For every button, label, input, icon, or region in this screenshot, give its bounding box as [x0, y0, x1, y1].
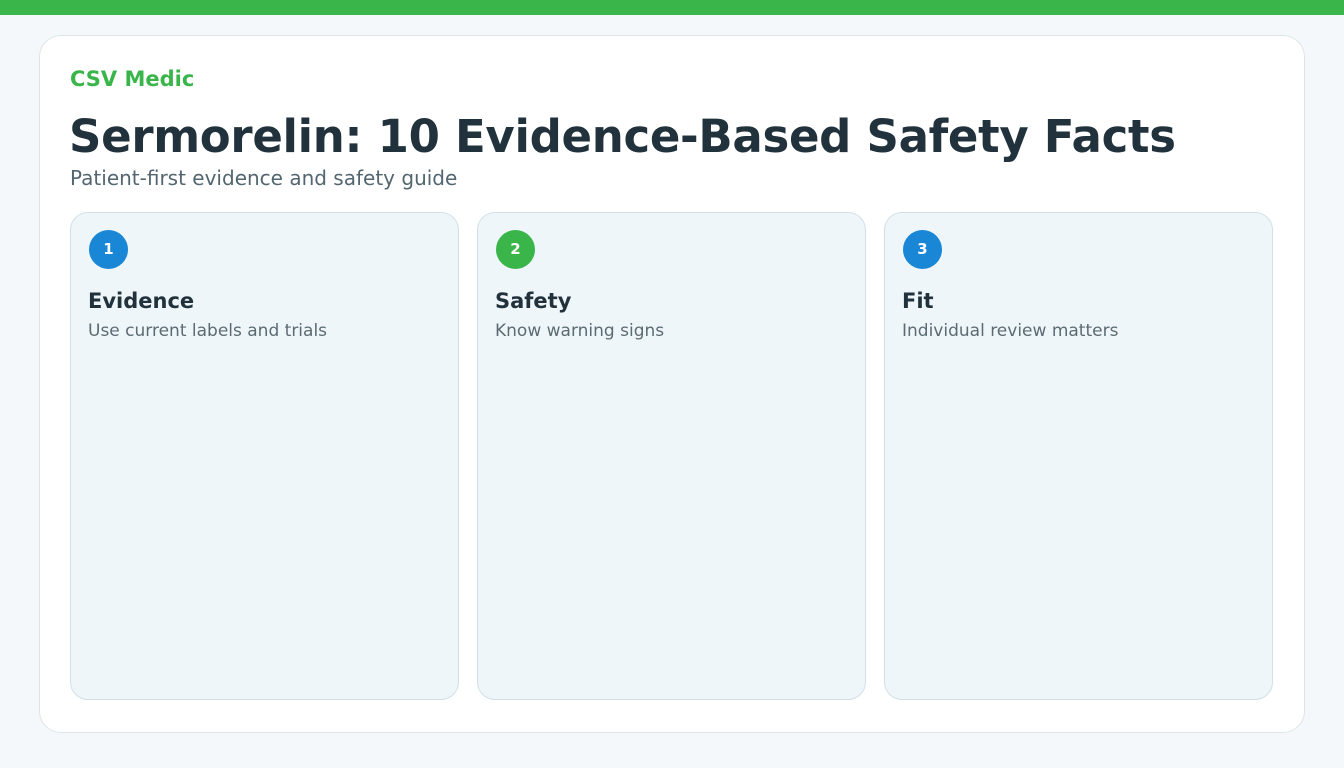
card-title: Evidence	[88, 289, 195, 313]
top-accent-bar	[0, 0, 1344, 15]
card-title: Fit	[902, 289, 934, 313]
brand-name: CSV Medic	[70, 67, 195, 91]
card-description: Know warning signs	[495, 321, 665, 341]
page-subtitle: Patient-first evidence and safety guide	[70, 166, 458, 190]
number-badge: 1	[89, 230, 128, 269]
fact-card-safety: 2 Safety Know warning signs	[477, 212, 866, 700]
page-title: Sermorelin: 10 Evidence-Based Safety Fac…	[69, 110, 1176, 163]
card-title: Safety	[495, 289, 572, 313]
fact-card-fit: 3 Fit Individual review matters	[884, 212, 1273, 700]
number-badge: 2	[496, 230, 535, 269]
card-description: Individual review matters	[902, 321, 1119, 341]
fact-card-evidence: 1 Evidence Use current labels and trials	[70, 212, 459, 700]
number-badge: 3	[903, 230, 942, 269]
card-description: Use current labels and trials	[88, 321, 328, 341]
